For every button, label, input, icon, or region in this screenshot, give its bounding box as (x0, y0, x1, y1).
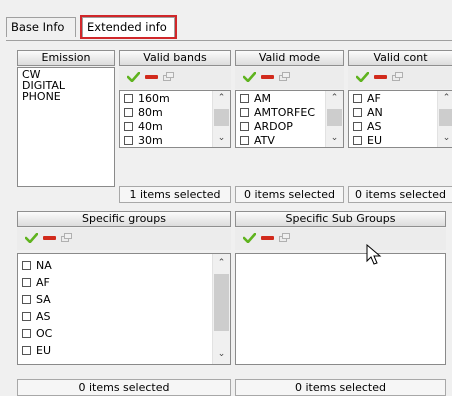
checkbox[interactable] (353, 136, 362, 145)
vertical-scrollbar[interactable]: ⌃ ⌄ (212, 254, 230, 364)
valid-bands-header[interactable]: Valid bands (119, 50, 231, 66)
vertical-scrollbar[interactable]: ⌃ ⌄ (212, 91, 230, 147)
scroll-thumb[interactable] (439, 109, 452, 126)
valid-cont-list[interactable]: AF AN AS EU ⌃ ⌄ (348, 90, 452, 148)
red-minus-icon[interactable] (145, 75, 158, 79)
scroll-down-icon[interactable]: ⌄ (441, 133, 452, 144)
emission-item[interactable]: PHONE (18, 91, 114, 102)
checkbox[interactable] (22, 312, 31, 321)
valid-cont-header[interactable]: Valid cont (348, 50, 452, 66)
checkbox[interactable] (353, 108, 362, 117)
list-item[interactable]: AS (18, 308, 230, 325)
emission-header[interactable]: Emission (17, 50, 115, 66)
window-icon[interactable] (279, 72, 290, 81)
specific-groups-status: 0 items selected (17, 379, 231, 396)
green-check-icon[interactable] (243, 72, 256, 82)
scroll-up-icon[interactable]: ⌃ (216, 258, 227, 269)
scroll-thumb[interactable] (214, 274, 229, 331)
scroll-up-icon[interactable]: ⌃ (329, 93, 340, 104)
checkbox[interactable] (124, 108, 133, 117)
checkbox[interactable] (22, 329, 31, 338)
scroll-down-icon[interactable]: ⌄ (329, 133, 340, 144)
red-minus-icon[interactable] (261, 236, 274, 240)
list-item[interactable]: AF (18, 274, 230, 291)
scroll-up-icon[interactable]: ⌃ (216, 93, 227, 104)
tab-extended-info[interactable]: Extended info (80, 15, 177, 39)
list-item[interactable]: EU (18, 342, 230, 359)
window-icon[interactable] (163, 72, 174, 81)
red-minus-icon[interactable] (374, 75, 387, 79)
valid-cont-status: 0 items selected (348, 186, 452, 203)
valid-bands-status: 1 items selected (119, 186, 231, 203)
scroll-down-icon[interactable]: ⌄ (216, 133, 227, 144)
scroll-up-icon[interactable]: ⌃ (441, 93, 452, 104)
list-item[interactable]: OC (18, 325, 230, 342)
list-item[interactable]: NA (18, 257, 230, 274)
checkbox[interactable] (240, 136, 249, 145)
green-check-icon[interactable] (243, 233, 256, 243)
checkbox[interactable] (353, 122, 362, 131)
emission-list[interactable]: CW DIGITAL PHONE (17, 67, 115, 187)
checkbox[interactable] (240, 108, 249, 117)
list-item[interactable]: SA (18, 291, 230, 308)
valid-mode-header[interactable]: Valid mode (235, 50, 344, 66)
valid-mode-list[interactable]: AM AMTORFEC ARDOP ATV ⌃ ⌄ (235, 90, 344, 148)
scroll-thumb[interactable] (214, 109, 229, 126)
specific-sub-groups-status: 0 items selected (235, 379, 446, 396)
valid-mode-toolbar (235, 67, 344, 89)
tab-strip: Base Info Extended info (0, 0, 452, 42)
checkbox[interactable] (124, 122, 133, 131)
specific-groups-toolbar (17, 228, 231, 250)
specific-sub-groups-list[interactable] (235, 253, 446, 365)
valid-cont-toolbar (348, 67, 452, 89)
green-check-icon[interactable] (356, 72, 369, 82)
specific-groups-list[interactable]: NA AF SA AS OC EU ⌃ ⌄ (17, 253, 231, 365)
green-check-icon[interactable] (25, 233, 38, 243)
red-minus-icon[interactable] (261, 75, 274, 79)
checkbox[interactable] (124, 136, 133, 145)
valid-bands-list[interactable]: 160m 80m 40m 30m ⌃ ⌄ (119, 90, 231, 148)
valid-mode-status: 0 items selected (235, 186, 344, 203)
window-icon[interactable] (279, 233, 290, 242)
red-minus-icon[interactable] (43, 236, 56, 240)
specific-groups-header[interactable]: Specific groups (17, 211, 231, 227)
vertical-scrollbar[interactable]: ⌃ ⌄ (437, 91, 452, 147)
specific-sub-groups-toolbar (235, 228, 446, 250)
checkbox[interactable] (353, 94, 362, 103)
green-check-icon[interactable] (127, 72, 140, 82)
checkbox[interactable] (240, 94, 249, 103)
checkbox[interactable] (22, 346, 31, 355)
window-icon[interactable] (392, 72, 403, 81)
checkbox[interactable] (124, 94, 133, 103)
checkbox[interactable] (240, 122, 249, 131)
tab-base-info[interactable]: Base Info (6, 17, 76, 37)
scroll-down-icon[interactable]: ⌄ (216, 349, 227, 360)
checkbox[interactable] (22, 278, 31, 287)
window-icon[interactable] (61, 233, 72, 242)
mouse-cursor-icon (366, 244, 382, 265)
specific-sub-groups-header[interactable]: Specific Sub Groups (235, 211, 446, 227)
checkbox[interactable] (22, 261, 31, 270)
vertical-scrollbar[interactable]: ⌃ ⌄ (325, 91, 343, 147)
checkbox[interactable] (22, 295, 31, 304)
valid-bands-toolbar (119, 67, 231, 89)
scroll-thumb[interactable] (327, 109, 342, 126)
